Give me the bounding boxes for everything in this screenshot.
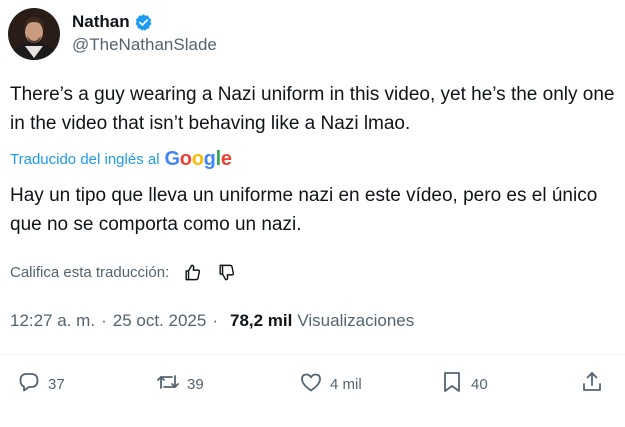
reply-button[interactable]: 37 bbox=[17, 370, 65, 399]
repost-button[interactable]: 39 bbox=[156, 370, 204, 399]
avatar[interactable] bbox=[8, 8, 60, 60]
views-label: Visualizaciones bbox=[297, 311, 415, 330]
tweet-header: Nathan @TheNathanSlade bbox=[8, 8, 217, 60]
tweet-actions: 37 39 4 mil 40 bbox=[0, 370, 625, 404]
meta-separator: · bbox=[212, 311, 218, 330]
translation-attribution[interactable]: Traducido del inglés al Google bbox=[10, 148, 232, 171]
bookmark-icon bbox=[440, 370, 464, 399]
rate-translation: Califica esta traducción: bbox=[10, 261, 237, 283]
views-count: 78,2 mil bbox=[229, 311, 293, 330]
share-icon bbox=[580, 370, 604, 399]
tweet-time[interactable]: 12:27 a. m. bbox=[10, 311, 95, 331]
repost-count: 39 bbox=[187, 376, 204, 393]
tweet-meta: 12:27 a. m. · 25 oct. 2025 · 78,2 mil Vi… bbox=[10, 311, 414, 331]
google-logo: Google bbox=[164, 148, 232, 170]
like-button[interactable]: 4 mil bbox=[299, 370, 362, 399]
rate-translation-label: Califica esta traducción: bbox=[10, 263, 170, 281]
reply-count: 37 bbox=[48, 376, 65, 393]
like-count: 4 mil bbox=[330, 376, 362, 393]
repost-icon bbox=[156, 370, 180, 399]
thumbs-down-icon[interactable] bbox=[215, 261, 237, 283]
handle[interactable]: @TheNathanSlade bbox=[72, 35, 217, 55]
divider bbox=[0, 354, 625, 355]
meta-separator: · bbox=[101, 311, 107, 330]
verified-badge-icon[interactable] bbox=[134, 13, 153, 32]
tweet-date[interactable]: 25 oct. 2025 bbox=[113, 311, 207, 331]
translated-by-label[interactable]: Traducido del inglés al bbox=[10, 151, 160, 168]
tweet-translated-text: Hay un tipo que lleva un uniforme nazi e… bbox=[10, 185, 598, 235]
heart-icon bbox=[299, 370, 323, 399]
bookmark-count: 40 bbox=[471, 376, 488, 393]
reply-icon bbox=[17, 370, 41, 399]
share-button[interactable] bbox=[580, 370, 604, 399]
bookmark-button[interactable]: 40 bbox=[440, 370, 488, 399]
thumbs-up-icon[interactable] bbox=[181, 261, 203, 283]
display-name[interactable]: Nathan bbox=[72, 12, 130, 32]
tweet-original-text: There’s a guy wearing a Nazi uniform in … bbox=[10, 84, 615, 134]
